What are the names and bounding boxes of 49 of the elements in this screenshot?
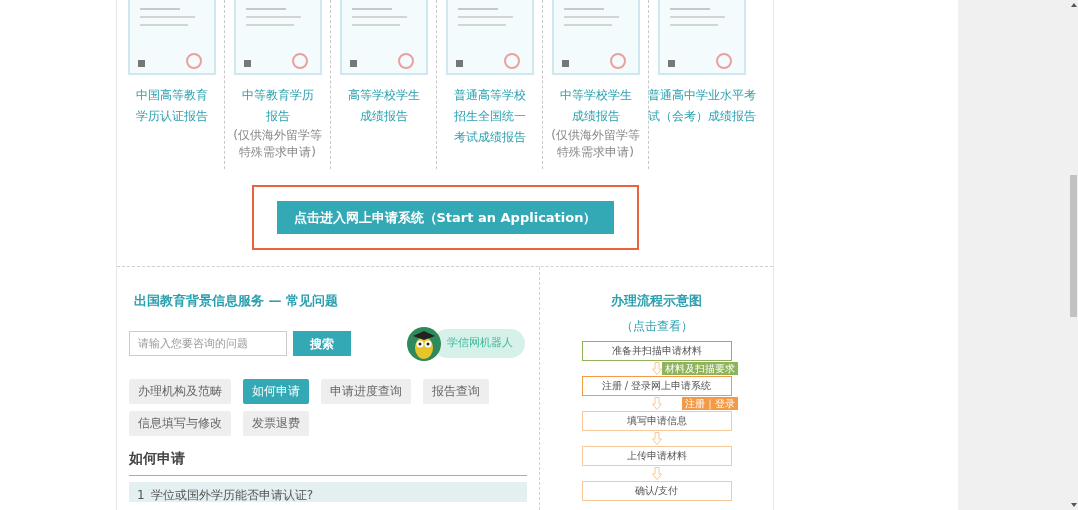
scroll-up-icon[interactable] <box>1071 3 1077 7</box>
flow-step-label: 上传申请材料 <box>626 449 687 463</box>
search-field[interactable]: 请输入您要咨询的问题 <box>129 331 287 356</box>
question-number: 1 <box>137 487 145 502</box>
search-button[interactable]: 搜索 <box>293 331 351 356</box>
flow-step[interactable]: 确认/支付 <box>581 480 732 501</box>
faq-category-tab[interactable]: 发票退费 <box>243 410 309 436</box>
document-title-link[interactable]: 中国高等教育 学历认证报告 <box>135 85 208 127</box>
document-title-link[interactable]: 普通高等学校 招生全国统一 考试成绩报告 <box>453 85 526 148</box>
document-thumbnail-drawing[interactable] <box>339 0 428 75</box>
document-title-link[interactable]: 中等学校学生 成绩报告 <box>559 85 632 127</box>
document-thumbnail-drawing[interactable] <box>445 0 534 75</box>
document-title-link[interactable]: 高等学校学生 成绩报告 <box>347 85 420 127</box>
document-title-link[interactable]: 中等教育学历 报告 <box>241 85 314 127</box>
document-thumbnail-drawing[interactable] <box>233 0 322 75</box>
faq-category-tab[interactable]: 信息填写与修改 <box>129 410 231 436</box>
flow-step-tag[interactable]: 材料及扫描要求 <box>661 361 738 375</box>
faq-category-tab[interactable]: 申请进度查询 <box>321 378 411 404</box>
document-note: (仅供海外留学等 特殊需求申请) <box>551 127 640 161</box>
flow-subtitle-link[interactable]: （点击查看） <box>620 316 693 335</box>
flow-step[interactable]: 准备并扫描申请材料 <box>581 340 732 361</box>
faq-category-tab[interactable]: 办理机构及范畴 <box>129 378 231 404</box>
flow-step-label: 注册 / 登录网上申请系统 <box>601 379 712 393</box>
faq-title: 出国教育背景信息服务 — 常见问题 <box>133 292 340 310</box>
down-arrow-icon <box>651 466 662 480</box>
down-arrow-icon <box>651 361 662 375</box>
document-title-link[interactable]: 普通高中学业水平考 试（会考）成绩报告 <box>648 85 756 127</box>
document-note: (仅供海外留学等 特殊需求申请) <box>233 127 322 161</box>
down-arrow-icon <box>651 396 662 410</box>
document-thumbnail-drawing[interactable] <box>551 0 640 75</box>
flow-step-label: 填写申请信息 <box>626 414 687 428</box>
flow-title: 办理流程示意图 <box>611 292 702 310</box>
flow-step[interactable]: 上传申请材料 <box>581 445 732 466</box>
flow-step-label: 确认/支付 <box>634 484 679 498</box>
faq-category-tab[interactable]: 报告查询 <box>423 378 489 404</box>
flow-step[interactable]: 注册 / 登录网上申请系统 <box>581 375 732 396</box>
robot-avatar-icon <box>407 326 441 361</box>
document-thumbnail-drawing[interactable] <box>658 0 746 75</box>
down-arrow-icon <box>651 431 662 445</box>
scrollbar-thumb[interactable] <box>1070 175 1077 317</box>
document-thumbnail-drawing[interactable] <box>127 0 216 75</box>
faq-category-tab[interactable]: 如何申请 <box>243 378 309 404</box>
flow-step[interactable]: 填写申请信息 <box>581 410 732 431</box>
faq-question-link[interactable]: 学位或国外学历能否申请认证? <box>150 487 313 502</box>
flow-step-label: 准备并扫描申请材料 <box>611 344 702 358</box>
scroll-down-icon[interactable] <box>1071 503 1077 507</box>
section-heading: 如何申请 <box>129 447 527 476</box>
flow-step-tag[interactable]: 注册｜登录 <box>681 396 738 410</box>
start-application-button[interactable]: 点击进入网上申请系统（Start an Application） <box>276 201 614 234</box>
